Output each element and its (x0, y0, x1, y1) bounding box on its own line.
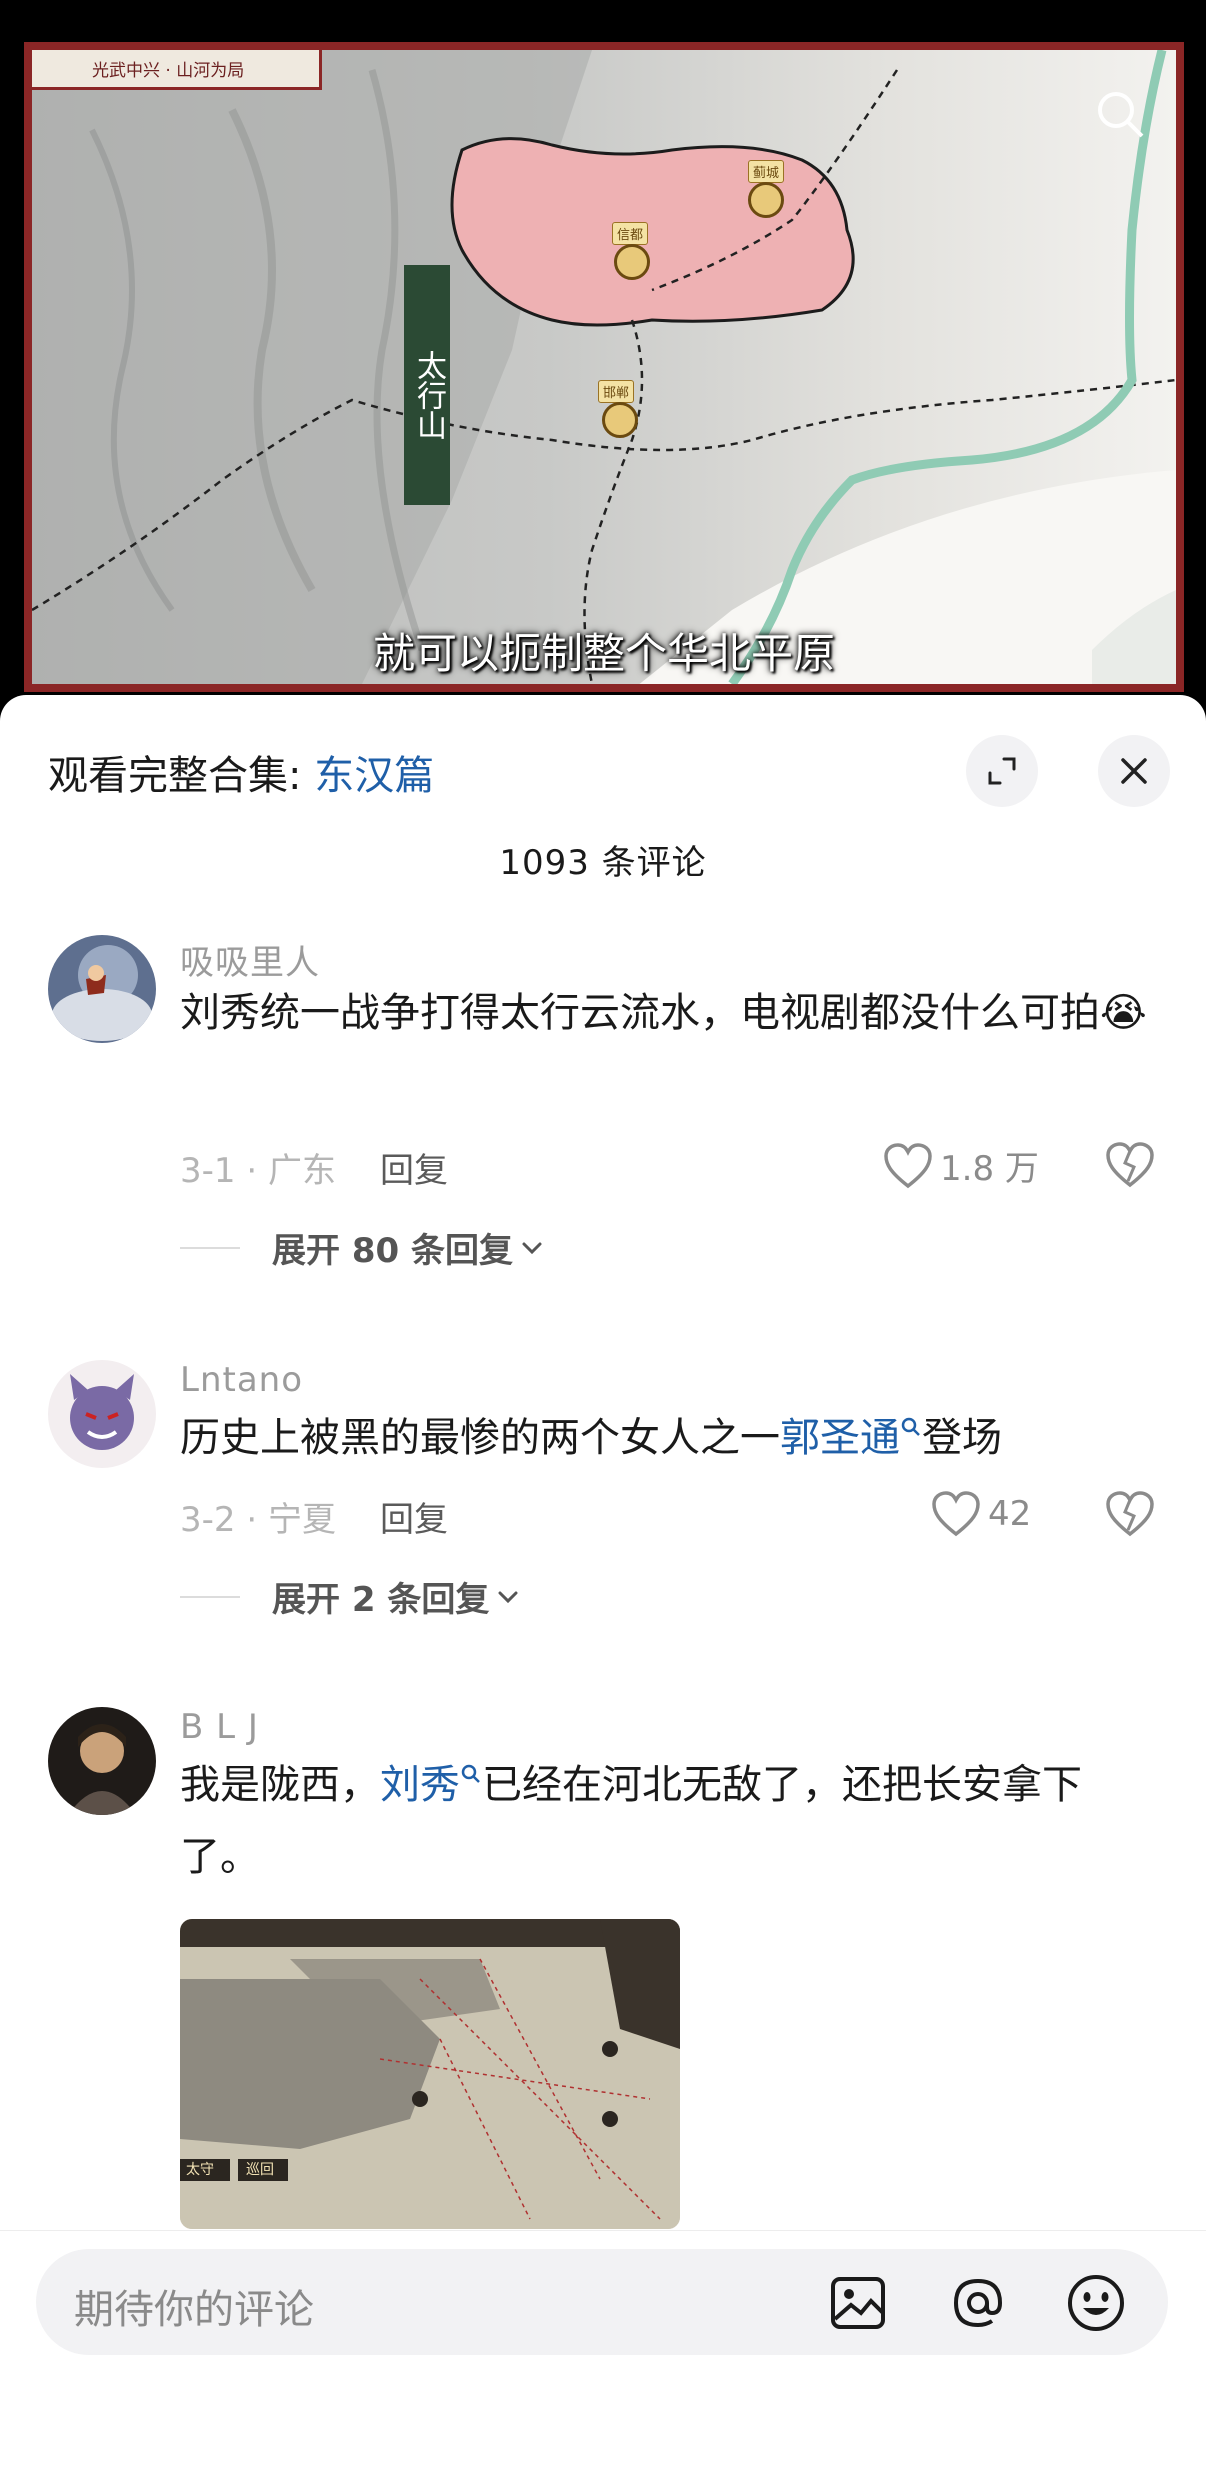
comment-date-location: 3-1 · 广东 (180, 1151, 336, 1191)
search-icon (461, 1764, 480, 1783)
broken-heart-icon (1106, 1142, 1154, 1188)
city-icon (748, 182, 784, 218)
comment-image[interactable]: 太守 巡回 (180, 1919, 680, 2229)
comment-date-location: 3-2 · 宁夏 (180, 1500, 336, 1540)
comment-username[interactable]: B L J (180, 1707, 259, 1747)
comment-input[interactable]: 期待你的评论 (36, 2249, 1168, 2355)
mountain-label: 太行山 (404, 265, 450, 505)
comment-meta: 3-1 · 广东 回复 (180, 1143, 448, 1192)
comment-username[interactable]: Lntano (180, 1360, 303, 1400)
reply-button[interactable]: 回复 (380, 1151, 448, 1191)
at-icon (953, 2278, 1003, 2328)
video-subtitle: 就可以扼制整个华北平原 (372, 629, 835, 678)
image-icon (831, 2277, 885, 2329)
search-link[interactable]: 郭圣通 (780, 1415, 900, 1461)
search-icon (901, 1417, 920, 1436)
expand-button[interactable] (966, 735, 1038, 807)
map-frame: 光武中兴 · 山河为局 太行山 蓟城 信都 邯郸 就可以扼制整个华北平原 (24, 42, 1184, 692)
video-player[interactable]: 光武中兴 · 山河为局 太行山 蓟城 信都 邯郸 就可以扼制整个华北平原 (0, 0, 1206, 700)
avatar[interactable] (48, 1707, 156, 1815)
expand-icon (988, 757, 1016, 785)
collection-label[interactable]: 观看完整合集: 东汉篇 (48, 743, 434, 801)
comment-text: 刘秀统一战争打得太行云流水，电视剧都没什么可拍😭 (180, 977, 1160, 1049)
chevron-down-icon (498, 1591, 518, 1603)
like-count: 1.8 万 (940, 1149, 1039, 1189)
expand-replies[interactable]: 展开 2 条回复 (180, 1572, 521, 1621)
city-icon (602, 402, 638, 438)
comment-input-bar: 期待你的评论 (0, 2230, 1206, 2478)
dislike-button[interactable] (1104, 1141, 1156, 1189)
city-tag: 信都 (612, 222, 649, 245)
close-button[interactable] (1098, 735, 1170, 807)
comment-body: 我是陇西， (180, 1762, 380, 1808)
like-button[interactable]: 1.8 万 (882, 1141, 1039, 1190)
emoji-icon (1068, 2275, 1124, 2331)
close-icon (1121, 758, 1147, 784)
comment-body: 历史上被黑的最惨的两个女人之一 (180, 1415, 780, 1461)
comment-text: 我是陇西，刘秀 已经在河北无敌了，还把长安拿下了。 (180, 1749, 1160, 1893)
like-button[interactable]: 42 (930, 1490, 1031, 1538)
city-tag: 蓟城 (748, 160, 785, 183)
divider-line (180, 1246, 240, 1249)
collection-prefix: 观看完整合集: (48, 753, 315, 799)
expand-replies-label: 展开 2 条回复 (272, 1580, 490, 1620)
city-tag: 邯郸 (598, 380, 635, 403)
image-button[interactable] (826, 2271, 890, 2335)
collection-link[interactable]: 东汉篇 (314, 753, 434, 799)
expand-replies[interactable]: 展开 80 条回复 (180, 1223, 545, 1272)
like-count: 42 (988, 1494, 1032, 1534)
map-title: 光武中兴 · 山河为局 (32, 50, 322, 90)
comment-count: 1093 条评论 (499, 843, 707, 883)
avatar[interactable] (48, 1360, 156, 1468)
heart-icon (884, 1142, 932, 1188)
game-label: 太守 (186, 2162, 214, 2178)
comment-body-end: 登场 (922, 1415, 1002, 1461)
comment-meta: 3-2 · 宁夏 回复 (180, 1492, 448, 1541)
comment-body: 刘秀统一战争打得太行云流水，电视剧都没什么可拍 (180, 990, 1100, 1036)
map-illustration (32, 50, 1176, 684)
comment-text: 历史上被黑的最惨的两个女人之一郭圣通 登场 (180, 1402, 1160, 1474)
dislike-button[interactable] (1104, 1490, 1156, 1538)
divider-line (180, 1595, 240, 1598)
broken-heart-icon (1106, 1491, 1154, 1537)
reply-button[interactable]: 回复 (380, 1500, 448, 1540)
city-icon (614, 244, 650, 280)
game-label: 巡回 (246, 2162, 274, 2178)
mention-button[interactable] (946, 2271, 1010, 2335)
crying-emoji: 😭 (1100, 990, 1147, 1036)
chevron-down-icon (522, 1242, 542, 1254)
comment-sheet: 观看完整合集: 东汉篇 1093 条评论 吸吸里人 刘秀统一战争打得太行云流水，… (0, 695, 1206, 2478)
avatar[interactable] (48, 935, 156, 1043)
search-link[interactable]: 刘秀 (380, 1762, 460, 1808)
game-screenshot (180, 1919, 680, 2229)
comment-input-placeholder: 期待你的评论 (74, 2287, 314, 2333)
emoji-button[interactable] (1064, 2271, 1128, 2335)
heart-icon (932, 1491, 980, 1537)
expand-replies-label: 展开 80 条回复 (272, 1231, 513, 1271)
